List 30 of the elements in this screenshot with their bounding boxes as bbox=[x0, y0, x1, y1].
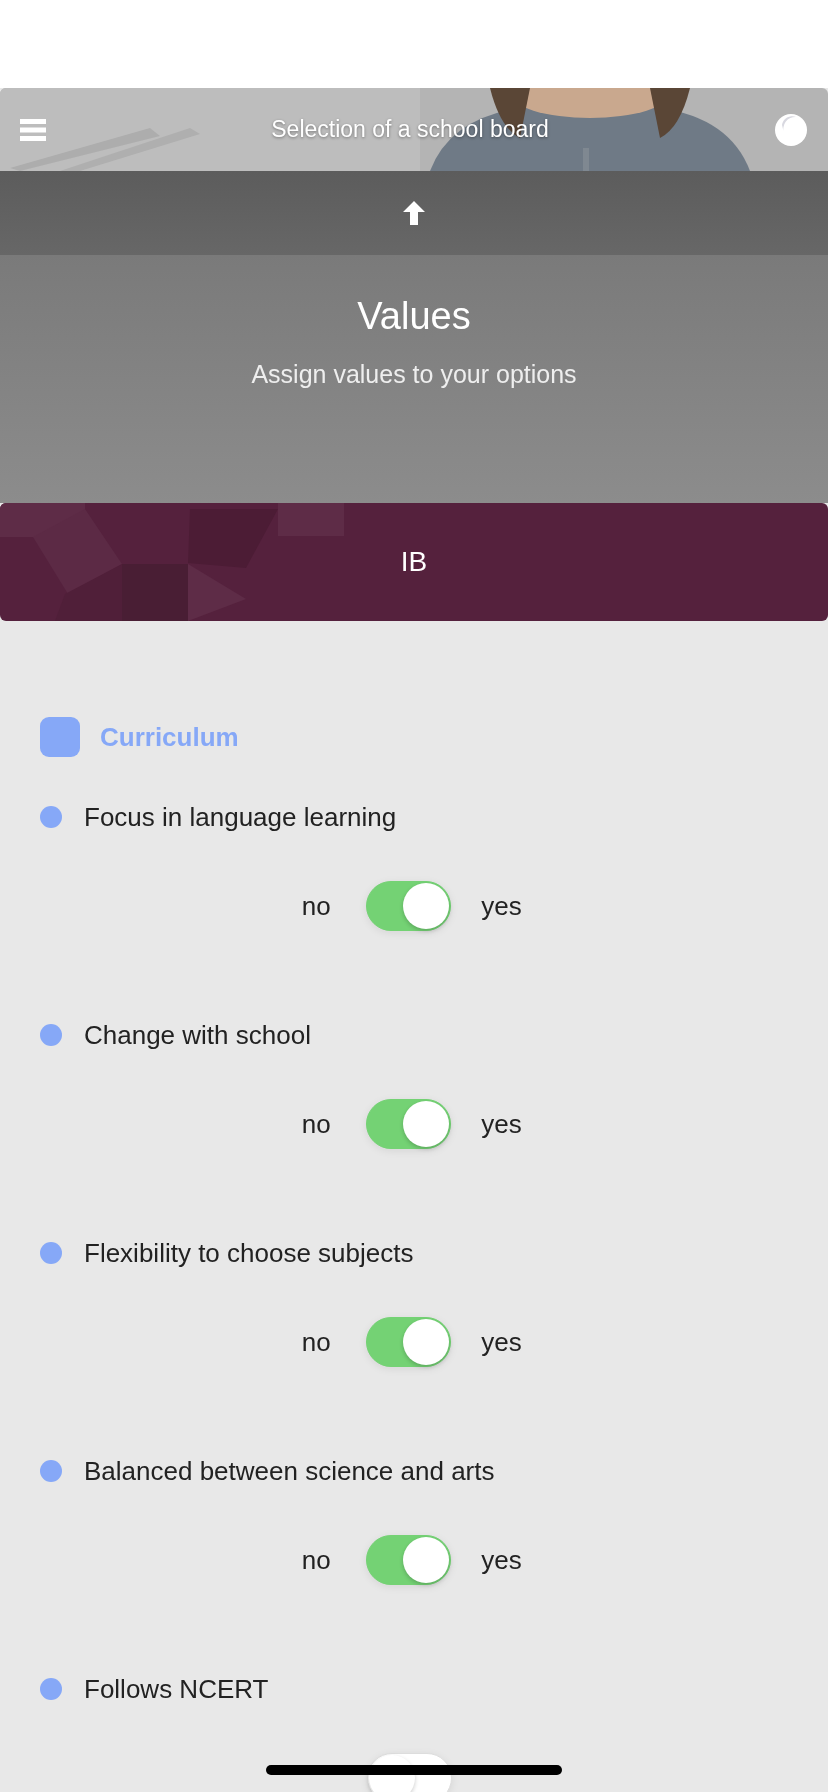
criterion-label: Change with school bbox=[84, 1019, 311, 1051]
section-subtitle: Assign values to your options bbox=[251, 360, 577, 389]
toggle-switch[interactable] bbox=[366, 1099, 452, 1149]
yes-label: yes bbox=[481, 1108, 522, 1140]
criterion-label: Balanced between science and arts bbox=[84, 1455, 495, 1487]
bullet-icon bbox=[40, 806, 62, 828]
category-title: Curriculum bbox=[100, 721, 239, 753]
criterion-label: Follows NCERT bbox=[84, 1673, 269, 1705]
criterion-label: Flexibility to choose subjects bbox=[84, 1237, 414, 1269]
category-square-icon bbox=[40, 717, 80, 757]
no-label: no bbox=[300, 890, 332, 922]
bullet-icon bbox=[40, 1242, 62, 1264]
criterion-label: Focus in language learning bbox=[84, 801, 397, 833]
toggle-switch[interactable] bbox=[366, 1317, 452, 1367]
no-label: no bbox=[300, 1544, 332, 1576]
bullet-icon bbox=[40, 1460, 62, 1482]
menu-icon[interactable] bbox=[20, 118, 46, 141]
yes-label: yes bbox=[481, 1544, 522, 1576]
no-label: no bbox=[300, 1108, 332, 1140]
section-title: Values bbox=[357, 295, 471, 338]
yes-label: yes bbox=[481, 890, 522, 922]
no-label: no bbox=[300, 1326, 332, 1358]
toggle-switch[interactable] bbox=[366, 1535, 452, 1585]
option-name: IB bbox=[400, 546, 428, 578]
moon-icon[interactable] bbox=[774, 112, 808, 147]
up-arrow-icon[interactable] bbox=[403, 201, 425, 225]
yes-label: yes bbox=[481, 1326, 522, 1358]
toggle-switch[interactable] bbox=[366, 881, 452, 931]
bullet-icon bbox=[40, 1678, 62, 1700]
bullet-icon bbox=[40, 1024, 62, 1046]
